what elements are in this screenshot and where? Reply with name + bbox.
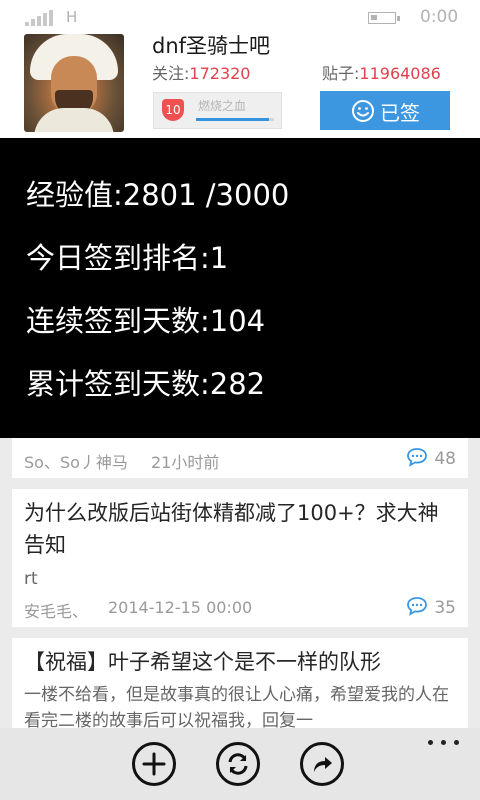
post-title: 为什么改版后站街体精都减了100+？求大神告知 [24, 501, 439, 557]
app-bar [0, 728, 480, 800]
signal-strength-icon [25, 10, 57, 26]
forum-header: dnf圣骑士吧 关注:172320 贴子:11964086 10 燃烧之血 已签 [0, 34, 480, 138]
new-post-button[interactable] [132, 742, 176, 786]
level-name: 燃烧之血 [198, 99, 247, 113]
post-title: 【祝福】叶子希望这个是不一样的队形 [24, 650, 381, 674]
follow-value: 172320 [189, 64, 251, 83]
status-bar: H 0:00 [0, 0, 480, 34]
post-author: So、So丿神马 [24, 453, 128, 472]
forum-title: dnf圣骑士吧 [152, 34, 271, 58]
smiley-icon [352, 100, 374, 122]
comment-icon [407, 448, 427, 467]
posts-label: 贴子: [322, 64, 360, 83]
post-author: 安毛毛、 [24, 602, 89, 621]
today-rank-text: 今日签到排名:1 [26, 241, 229, 275]
follow-label: 关注: [152, 64, 190, 83]
level-badge: 10 [162, 99, 184, 121]
level-progress-fill [196, 118, 269, 121]
posts-count: 贴子:11964086 [322, 60, 441, 84]
battery-icon [368, 12, 396, 24]
post-time: 2014-12-15 00:00 [108, 598, 253, 617]
signed-in-button[interactable]: 已签 [320, 91, 450, 130]
post-card[interactable]: So、So丿神马 21小时前 48 [12, 438, 468, 478]
clock: 0:00 [420, 7, 459, 27]
follow-count: 关注:172320 [152, 60, 250, 84]
battery-level [371, 15, 377, 20]
comment-icon [407, 597, 427, 616]
signed-in-label: 已签 [380, 103, 420, 125]
signin-info-popup[interactable]: 经验值:2801 /3000 今日签到排名:1 连续签到天数:104 累计签到天… [0, 138, 480, 438]
refresh-icon [228, 753, 248, 775]
forum-avatar[interactable] [24, 34, 124, 132]
battery-tip [397, 16, 400, 21]
more-icon[interactable] [426, 734, 462, 750]
post-time: 21小时前 [151, 453, 220, 472]
total-days-text: 累计签到天数:282 [26, 367, 266, 401]
post-body: 一楼不给看，但是故事真的很让人心痛，希望爱我的人在看完二楼的故事后可以祝福我，回… [24, 685, 449, 728]
avatar-robe [34, 108, 114, 132]
share-button[interactable] [300, 742, 344, 786]
network-type: H [66, 8, 78, 26]
consecutive-days-text: 连续签到天数:104 [26, 304, 266, 338]
experience-text: 经验值:2801 /3000 [26, 178, 290, 212]
share-icon [314, 757, 332, 772]
level-progress-bar [196, 118, 274, 121]
reply-count: 48 [434, 449, 456, 469]
member-level[interactable]: 10 燃烧之血 [153, 92, 282, 129]
posts-value: 11964086 [359, 64, 441, 83]
refresh-button[interactable] [216, 742, 260, 786]
post-body: rt [24, 569, 38, 589]
post-card[interactable]: 为什么改版后站街体精都减了100+？求大神告知 rt 安毛毛、 2014-12-… [12, 489, 468, 627]
add-icon [142, 752, 166, 776]
reply-count: 35 [434, 598, 456, 618]
post-card[interactable]: 【祝福】叶子希望这个是不一样的队形 一楼不给看，但是故事真的很让人心痛，希望爱我… [12, 638, 468, 728]
